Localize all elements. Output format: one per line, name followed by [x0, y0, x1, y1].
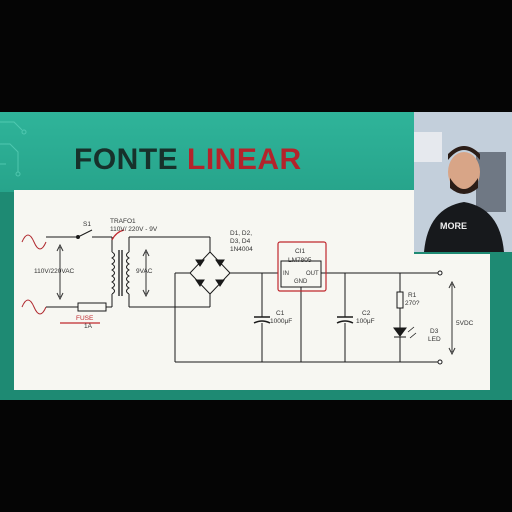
regulator-gnd-pin: GND: [294, 279, 308, 285]
switch-lever-icon: [77, 229, 93, 238]
diodes-label-2: D3, D4: [230, 238, 251, 245]
shirt-logo-text: MORE: [440, 221, 467, 231]
webcam-overlay: MORE: [414, 112, 512, 252]
r1-value: 270?: [405, 300, 420, 307]
regulator-name: CI1: [295, 248, 306, 255]
diodes-label-1: D1, D2,: [230, 230, 253, 237]
r1-label: R1: [408, 292, 417, 299]
c1-value: 1000μF: [270, 318, 293, 325]
presentation-screen: FONTE LINEAR S1 TRAFO1 110V/ 220V - 9V 1…: [0, 112, 512, 400]
fuse-rating: 1A: [84, 323, 92, 330]
secondary-voltage-label: 9VAC: [136, 268, 153, 275]
transformer-spec: 110V/ 220V - 9V: [110, 226, 158, 233]
led-d3-icon: [393, 327, 407, 337]
resistor-r1-icon: [396, 291, 404, 309]
fuse-label: FUSE: [76, 315, 94, 322]
ac-source-top-icon: [21, 234, 47, 250]
c2-value: 100μF: [356, 318, 375, 325]
diodes-part: 1N4004: [230, 246, 253, 253]
photo-of-monitor: FONTE LINEAR S1 TRAFO1 110V/ 220V - 9V 1…: [0, 0, 512, 512]
output-voltage-label: 5VDC: [456, 320, 474, 327]
presenter-icon: [414, 112, 512, 252]
transformer-primary-coil-icon: [111, 251, 115, 295]
bridge-rectifier-icon: [189, 251, 231, 295]
regulator-in-pin: IN: [283, 271, 289, 277]
transformer-secondary-coil-icon: [126, 251, 130, 295]
c1-label: C1: [276, 310, 285, 317]
input-voltage-label: 110V/220VAC: [34, 268, 75, 275]
regulator-part: LM7805: [288, 257, 312, 264]
switch-label: S1: [83, 221, 91, 228]
ac-source-bottom-icon: [21, 299, 47, 315]
c2-label: C2: [362, 310, 371, 317]
d3-label: D3: [430, 328, 439, 335]
d3-type: LED: [428, 336, 441, 343]
fuse-icon: [77, 302, 107, 312]
regulator-out-pin: OUT: [306, 271, 319, 277]
transformer-name: TRAFO1: [110, 218, 136, 225]
